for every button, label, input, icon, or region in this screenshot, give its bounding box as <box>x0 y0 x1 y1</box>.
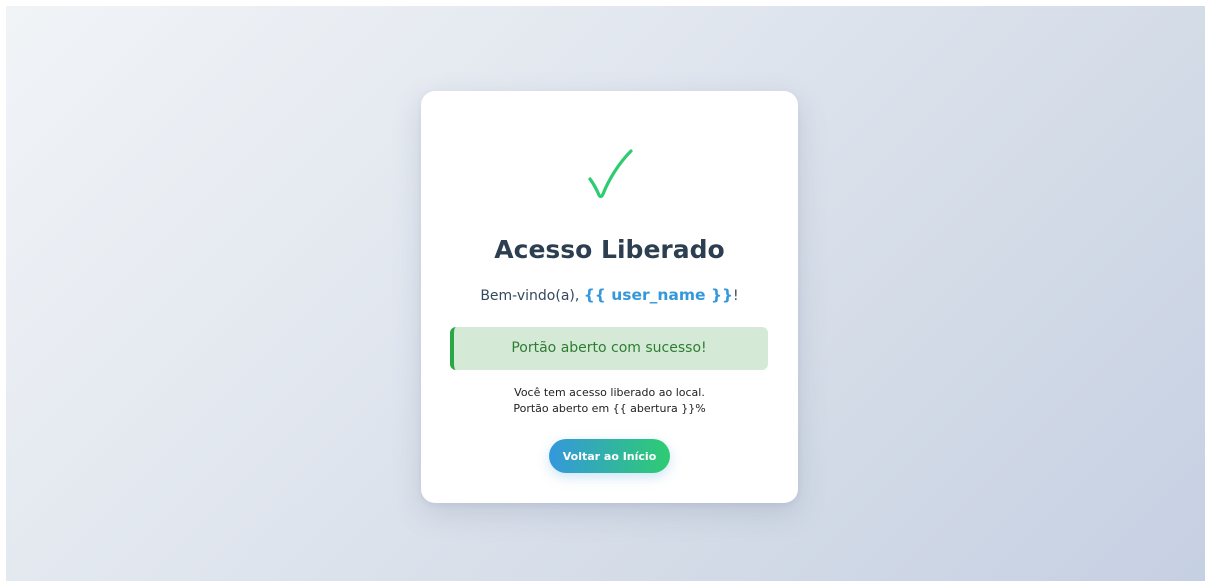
back-home-button[interactable]: Voltar ao Início <box>549 439 670 473</box>
welcome-message: Bem-vindo(a), {{ user_name }}! <box>421 283 798 308</box>
page-background: Acesso Liberado Bem-vindo(a), {{ user_na… <box>6 6 1205 581</box>
info-line-access: Você tem acesso liberado ao local. <box>514 386 705 399</box>
welcome-prefix: Bem-vindo(a), <box>480 288 580 304</box>
check-mark-icon <box>587 149 633 198</box>
info-line-gate-opening: Portão aberto em {{ abertura }}% <box>513 402 706 415</box>
page-title: Acesso Liberado <box>494 235 725 264</box>
user-name: {{ user_name }} <box>583 286 734 304</box>
welcome-suffix: ! <box>733 288 739 304</box>
alert-message: Portão aberto com sucesso! <box>511 340 707 356</box>
access-info: Você tem acesso liberado ao local. Portã… <box>421 385 798 417</box>
success-alert: Portão aberto com sucesso! <box>450 327 768 370</box>
access-card: Acesso Liberado Bem-vindo(a), {{ user_na… <box>421 91 798 503</box>
